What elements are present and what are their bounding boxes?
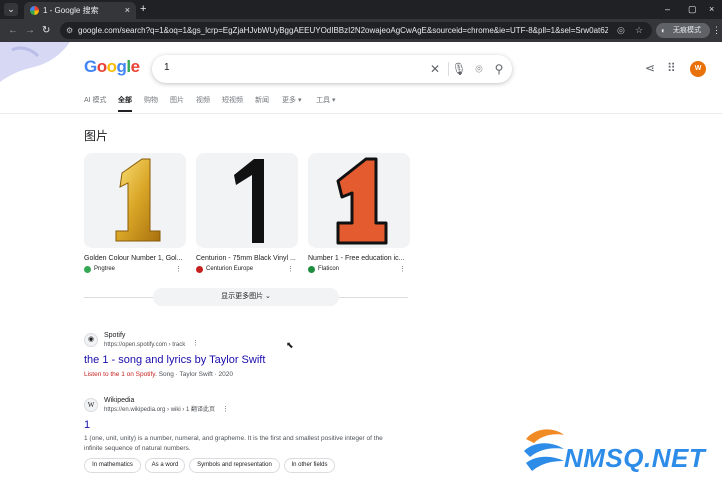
- tab-bar: ⌄ 1 - Google 搜索 × + – ▢ ×: [0, 0, 722, 19]
- active-tab-indicator: [118, 110, 132, 112]
- search-tabs: AI 模式 全部 购物 图片 视频 短视频 新闻 更多 ▾ 工具 ▾: [0, 95, 722, 109]
- tab-more[interactable]: 更多 ▾: [282, 95, 301, 107]
- address-bar[interactable]: ⚙ google.com/search?q=1&oq=1&gs_lcrp=EgZ…: [60, 22, 652, 39]
- browser-toolbar: ← → ↻ ⚙ google.com/search?q=1&oq=1&gs_lc…: [0, 19, 722, 42]
- mouse-cursor-icon: ⬉: [286, 340, 294, 350]
- pngtree-favicon-icon: [84, 266, 91, 273]
- lens-camera-icon[interactable]: ⌾: [471, 61, 487, 77]
- incognito-label: 无痕模式: [673, 27, 701, 34]
- image-result-card[interactable]: Golden Colour Number 1, Gol... Pngtree ⋮: [84, 153, 186, 273]
- chip-in-other-fields[interactable]: In other fields: [284, 458, 335, 473]
- url-text[interactable]: google.com/search?q=1&oq=1&gs_lcrp=EgZja…: [78, 25, 608, 36]
- site-name[interactable]: Wikipedia: [104, 396, 134, 405]
- search-result: W Wikipedia https://en.wikipedia.org › w…: [84, 396, 424, 456]
- minimize-button[interactable]: –: [665, 2, 670, 16]
- reload-button[interactable]: ↻: [42, 24, 50, 37]
- incognito-icon: ◐: [661, 26, 666, 35]
- new-tab-button[interactable]: +: [140, 2, 146, 16]
- image-caption[interactable]: Golden Colour Number 1, Gol...: [84, 254, 186, 264]
- clear-icon[interactable]: ✕: [427, 61, 443, 77]
- show-more-label: 显示更多图片 ⌄: [221, 293, 271, 300]
- google-favicon-icon: [30, 6, 39, 15]
- search-result: ◉ Spotify https://open.spotify.com › tra…: [84, 330, 414, 380]
- share-icon[interactable]: ⋖: [645, 61, 655, 75]
- browser-chrome: ⌄ 1 - Google 搜索 × + – ▢ × ← → ↻ ⚙ google…: [0, 0, 722, 42]
- gold-number-one-image: [115, 158, 161, 242]
- black-number-one-image: [234, 159, 264, 243]
- result-menu-icon[interactable]: ⋮: [222, 405, 229, 414]
- apps-grid-icon[interactable]: ⠿: [667, 61, 676, 75]
- image-thumbnail[interactable]: [308, 153, 410, 248]
- search-icon[interactable]: ⚲: [491, 61, 507, 77]
- browser-tab[interactable]: 1 - Google 搜索 ×: [24, 2, 136, 19]
- image-thumbnail[interactable]: [196, 153, 298, 248]
- image-source[interactable]: Flaticon: [318, 265, 339, 274]
- image-result-card[interactable]: Centurion - 75mm Black Vinyl ... Centuri…: [196, 153, 298, 273]
- tab-videos[interactable]: 视频: [196, 95, 210, 107]
- tab-all[interactable]: 全部: [118, 95, 132, 107]
- tab-close-icon[interactable]: ×: [125, 5, 130, 16]
- close-window-button[interactable]: ×: [709, 2, 714, 16]
- tab-ai-mode[interactable]: AI 模式: [84, 95, 107, 107]
- tab-search-button[interactable]: ⌄: [4, 3, 18, 16]
- more-options-icon[interactable]: ⋮: [399, 265, 406, 274]
- avatar[interactable]: W: [690, 61, 706, 77]
- eye-off-icon[interactable]: ◎: [617, 24, 625, 37]
- result-snippet-line: infinite sequence of natural numbers.: [84, 445, 191, 452]
- show-more-images-button[interactable]: 显示更多图片 ⌄: [153, 288, 339, 306]
- spotify-favicon-icon[interactable]: ◉: [84, 333, 98, 347]
- site-info-icon[interactable]: ⚙: [66, 25, 73, 36]
- chip-in-mathematics[interactable]: In mathematics: [84, 458, 141, 473]
- incognito-badge[interactable]: ◐ 无痕模式: [656, 23, 710, 38]
- microphone-icon[interactable]: 🎙: [451, 61, 467, 77]
- bookmark-star-icon[interactable]: ☆: [635, 24, 643, 37]
- site-url[interactable]: https://open.spotify.com › track: [104, 341, 185, 349]
- result-title-link[interactable]: the 1 - song and lyrics by Taylor Swift: [84, 354, 265, 367]
- images-heading: 图片: [84, 129, 109, 143]
- image-thumbnail[interactable]: [84, 153, 186, 248]
- site-name[interactable]: Spotify: [104, 331, 125, 340]
- tab-shopping[interactable]: 购物: [144, 95, 158, 107]
- tabs-divider: [0, 113, 722, 114]
- watermark-text: NMSQ.NET: [564, 443, 706, 473]
- search-divider: [448, 62, 449, 76]
- chip-as-a-word[interactable]: As a word: [145, 458, 185, 473]
- image-caption[interactable]: Number 1 - Free education ic...: [308, 254, 410, 264]
- image-result-card[interactable]: Number 1 - Free education ic... Flaticon…: [308, 153, 410, 273]
- site-url[interactable]: https://en.wikipedia.org › wiki › 1 翻译此页: [104, 406, 215, 414]
- tab-title: 1 - Google 搜索: [43, 6, 99, 15]
- image-source[interactable]: Pngtree: [94, 265, 115, 274]
- result-title-link[interactable]: 1: [84, 419, 90, 432]
- tab-short-videos[interactable]: 短视频: [222, 95, 243, 107]
- tab-images[interactable]: 图片: [170, 95, 184, 107]
- watermark: NMSQ.NET: [520, 421, 722, 479]
- more-options-icon[interactable]: ⋮: [287, 265, 294, 274]
- result-menu-icon[interactable]: ⋮: [192, 339, 199, 348]
- search-box[interactable]: ✕ 🎙 ⌾ ⚲: [152, 55, 512, 83]
- maximize-button[interactable]: ▢: [688, 2, 697, 16]
- centurion-favicon-icon: [196, 266, 203, 273]
- tab-tools[interactable]: 工具 ▾: [316, 95, 335, 107]
- orange-number-one-image: [336, 157, 388, 245]
- more-options-icon[interactable]: ⋮: [175, 265, 182, 274]
- back-button[interactable]: ←: [8, 24, 18, 37]
- image-source[interactable]: Centurion Europe: [206, 265, 253, 274]
- tab-news[interactable]: 新闻: [255, 95, 269, 107]
- chip-symbols-and-representation[interactable]: Symbols and representation: [189, 458, 280, 473]
- doodle-decoration: [0, 42, 70, 82]
- search-input[interactable]: [164, 62, 364, 73]
- wikipedia-favicon-icon[interactable]: W: [84, 398, 98, 412]
- browser-menu-icon[interactable]: ⋮: [712, 24, 721, 36]
- google-doodle-logo[interactable]: Google: [84, 57, 140, 77]
- image-caption[interactable]: Centurion - 75mm Black Vinyl ...: [196, 254, 298, 264]
- flaticon-favicon-icon: [308, 266, 315, 273]
- forward-button[interactable]: →: [25, 24, 35, 37]
- watermark-logo-icon: [524, 429, 564, 471]
- result-snippet-line: 1 (one, unit, unity) is a number, numera…: [84, 435, 383, 442]
- result-snippet: Listen to the 1 on Spotify. Song · Taylo…: [84, 371, 233, 378]
